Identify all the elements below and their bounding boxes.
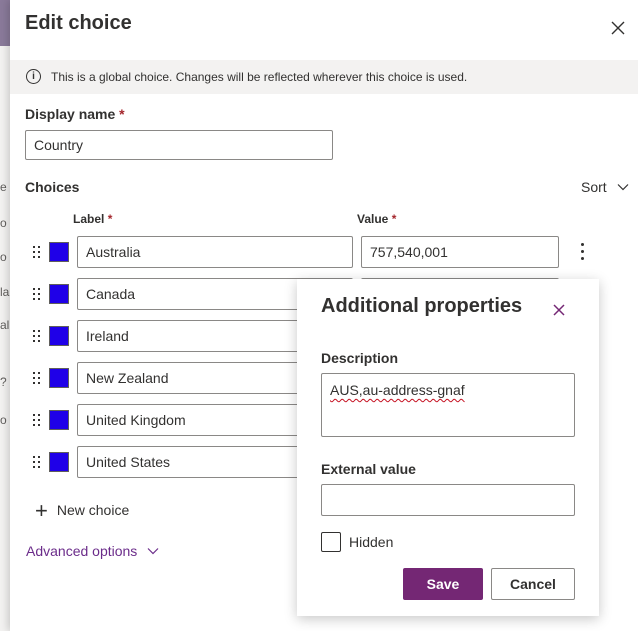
background-text: e <box>0 180 7 194</box>
required-mark: * <box>119 106 125 122</box>
cancel-button[interactable]: Cancel <box>491 568 575 600</box>
external-value-label: External value <box>321 461 416 477</box>
info-text: This is a global choice. Changes will be… <box>51 70 468 84</box>
additional-properties-callout: Additional properties Description AUS,au… <box>297 279 599 616</box>
color-swatch[interactable] <box>49 410 69 430</box>
sort-label: Sort <box>581 179 607 195</box>
advanced-options-toggle[interactable]: Advanced options <box>26 543 159 559</box>
info-icon: i <box>26 69 41 84</box>
label-header-text: Label <box>73 212 105 226</box>
drag-handle-icon[interactable] <box>33 246 41 258</box>
color-swatch[interactable] <box>49 452 69 472</box>
hidden-label: Hidden <box>349 534 394 550</box>
value-header-text: Value <box>357 212 389 226</box>
callout-title: Additional properties <box>321 295 523 317</box>
advanced-options-label: Advanced options <box>26 543 138 559</box>
choice-label-input[interactable]: Australia <box>77 236 353 268</box>
background-text: o <box>0 250 7 264</box>
background-header <box>0 0 10 46</box>
drag-handle-icon[interactable] <box>33 288 41 300</box>
value-column-header: Value * <box>357 212 396 226</box>
label-column-header: Label * <box>73 212 112 226</box>
background-text: o <box>0 216 7 230</box>
info-banner: i This is a global choice. Changes will … <box>10 60 638 94</box>
choice-row: Australia 757,540,001 <box>10 236 638 268</box>
color-swatch[interactable] <box>49 242 69 262</box>
new-choice-button[interactable]: + New choice <box>35 498 129 524</box>
description-value: AUS,au-address-gnaf <box>330 382 465 398</box>
panel-title: Edit choice <box>25 12 132 34</box>
hidden-checkbox[interactable] <box>321 532 341 552</box>
drag-handle-icon[interactable] <box>33 456 41 468</box>
required-mark: * <box>391 212 397 226</box>
chevron-down-icon <box>147 548 159 555</box>
color-swatch[interactable] <box>49 326 69 346</box>
display-name-label: Display name * <box>25 106 125 122</box>
more-options-icon[interactable] <box>580 243 584 261</box>
sort-button[interactable]: Sort <box>581 179 629 195</box>
drag-handle-icon[interactable] <box>33 330 41 342</box>
background-text: al <box>0 318 10 332</box>
description-textarea[interactable]: AUS,au-address-gnaf <box>321 373 575 437</box>
required-mark: * <box>107 212 113 226</box>
color-swatch[interactable] <box>49 284 69 304</box>
plus-icon: + <box>35 498 48 523</box>
background-text: ? <box>0 375 7 389</box>
background-text: la <box>0 285 10 299</box>
display-name-label-text: Display name <box>25 106 116 122</box>
close-icon[interactable] <box>552 303 566 317</box>
choice-value-input[interactable]: 757,540,001 <box>361 236 559 268</box>
drag-handle-icon[interactable] <box>33 372 41 384</box>
save-button[interactable]: Save <box>403 568 483 600</box>
external-value-input[interactable] <box>321 484 575 516</box>
new-choice-label: New choice <box>56 502 130 518</box>
chevron-down-icon <box>617 184 629 191</box>
color-swatch[interactable] <box>49 368 69 388</box>
close-icon[interactable] <box>610 20 626 36</box>
description-label: Description <box>321 350 399 366</box>
display-name-input[interactable]: Country <box>25 130 333 160</box>
background-app: e o o la al ? o <box>0 0 10 631</box>
background-text: o <box>0 413 7 427</box>
choices-heading: Choices <box>25 179 80 195</box>
drag-handle-icon[interactable] <box>33 414 41 426</box>
